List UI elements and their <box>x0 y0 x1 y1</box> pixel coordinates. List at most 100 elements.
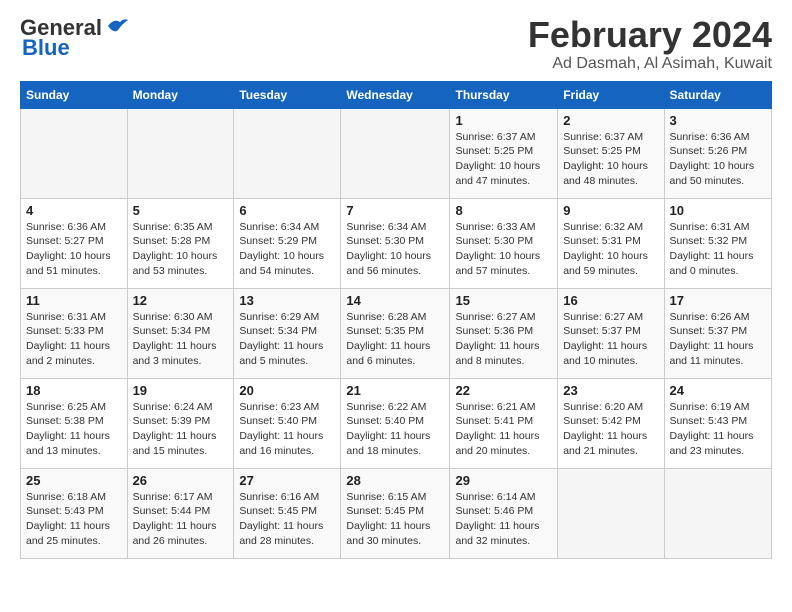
day-number: 13 <box>239 293 335 308</box>
column-header-tuesday: Tuesday <box>234 81 341 108</box>
day-info: Sunrise: 6:20 AM Sunset: 5:42 PM Dayligh… <box>563 400 658 459</box>
calendar-cell <box>558 468 664 558</box>
calendar-cell: 28 Sunrise: 6:15 AM Sunset: 5:45 PM Dayli… <box>341 468 450 558</box>
day-number: 20 <box>239 383 335 398</box>
day-info: Sunrise: 6:18 AM Sunset: 5:43 PM Dayligh… <box>26 490 122 549</box>
calendar-cell: 20 Sunrise: 6:23 AM Sunset: 5:40 PM Dayli… <box>234 378 341 468</box>
day-number: 4 <box>26 203 122 218</box>
calendar-cell: 16 Sunrise: 6:27 AM Sunset: 5:37 PM Dayli… <box>558 288 664 378</box>
calendar-cell <box>341 108 450 198</box>
column-header-sunday: Sunday <box>21 81 128 108</box>
day-number: 6 <box>239 203 335 218</box>
day-number: 3 <box>670 113 767 128</box>
day-info: Sunrise: 6:36 AM Sunset: 5:27 PM Dayligh… <box>26 220 122 279</box>
day-number: 26 <box>133 473 229 488</box>
day-info: Sunrise: 6:19 AM Sunset: 5:43 PM Dayligh… <box>670 400 767 459</box>
logo-bird-icon <box>106 16 128 34</box>
day-info: Sunrise: 6:22 AM Sunset: 5:40 PM Dayligh… <box>346 400 444 459</box>
title-area: February 2024 Ad Dasmah, Al Asimah, Kuwa… <box>528 15 772 73</box>
calendar-cell: 2 Sunrise: 6:37 AM Sunset: 5:25 PM Daylig… <box>558 108 664 198</box>
calendar-cell: 13 Sunrise: 6:29 AM Sunset: 5:34 PM Dayli… <box>234 288 341 378</box>
calendar-cell: 6 Sunrise: 6:34 AM Sunset: 5:29 PM Daylig… <box>234 198 341 288</box>
calendar-cell <box>664 468 772 558</box>
day-info: Sunrise: 6:15 AM Sunset: 5:45 PM Dayligh… <box>346 490 444 549</box>
day-info: Sunrise: 6:26 AM Sunset: 5:37 PM Dayligh… <box>670 310 767 369</box>
column-header-monday: Monday <box>127 81 234 108</box>
calendar-cell: 9Sunrise: 6:32 AM Sunset: 5:31 PM Daylig… <box>558 198 664 288</box>
day-number: 5 <box>133 203 229 218</box>
calendar-cell: 12 Sunrise: 6:30 AM Sunset: 5:34 PM Dayli… <box>127 288 234 378</box>
location-subtitle: Ad Dasmah, Al Asimah, Kuwait <box>528 55 772 73</box>
day-number: 25 <box>26 473 122 488</box>
column-header-saturday: Saturday <box>664 81 772 108</box>
column-header-thursday: Thursday <box>450 81 558 108</box>
day-info: Sunrise: 6:28 AM Sunset: 5:35 PM Dayligh… <box>346 310 444 369</box>
day-info: Sunrise: 6:23 AM Sunset: 5:40 PM Dayligh… <box>239 400 335 459</box>
day-number: 28 <box>346 473 444 488</box>
calendar-week-row: 18Sunrise: 6:25 AM Sunset: 5:38 PM Dayli… <box>21 378 772 468</box>
day-number: 9 <box>563 203 658 218</box>
calendar-cell: 15 Sunrise: 6:27 AM Sunset: 5:36 PM Dayli… <box>450 288 558 378</box>
calendar-cell: 21 Sunrise: 6:22 AM Sunset: 5:40 PM Dayli… <box>341 378 450 468</box>
calendar-cell: 24 Sunrise: 6:19 AM Sunset: 5:43 PM Dayli… <box>664 378 772 468</box>
day-number: 23 <box>563 383 658 398</box>
calendar-cell: 14 Sunrise: 6:28 AM Sunset: 5:35 PM Dayli… <box>341 288 450 378</box>
day-number: 22 <box>455 383 552 398</box>
calendar-cell: 7 Sunrise: 6:34 AM Sunset: 5:30 PM Daylig… <box>341 198 450 288</box>
day-number: 12 <box>133 293 229 308</box>
day-info: Sunrise: 6:27 AM Sunset: 5:36 PM Dayligh… <box>455 310 552 369</box>
day-info: Sunrise: 6:34 AM Sunset: 5:30 PM Dayligh… <box>346 220 444 279</box>
calendar-cell: 11Sunrise: 6:31 AM Sunset: 5:33 PM Dayli… <box>21 288 128 378</box>
day-number: 7 <box>346 203 444 218</box>
calendar-cell: 3 Sunrise: 6:36 AM Sunset: 5:26 PM Daylig… <box>664 108 772 198</box>
day-number: 19 <box>133 383 229 398</box>
day-info: Sunrise: 6:24 AM Sunset: 5:39 PM Dayligh… <box>133 400 229 459</box>
day-info: Sunrise: 6:30 AM Sunset: 5:34 PM Dayligh… <box>133 310 229 369</box>
calendar-cell: 18Sunrise: 6:25 AM Sunset: 5:38 PM Dayli… <box>21 378 128 468</box>
day-number: 21 <box>346 383 444 398</box>
calendar-cell <box>21 108 128 198</box>
column-header-wednesday: Wednesday <box>341 81 450 108</box>
day-info: Sunrise: 6:29 AM Sunset: 5:34 PM Dayligh… <box>239 310 335 369</box>
day-info: Sunrise: 6:35 AM Sunset: 5:28 PM Dayligh… <box>133 220 229 279</box>
day-info: Sunrise: 6:34 AM Sunset: 5:29 PM Dayligh… <box>239 220 335 279</box>
logo: General Blue <box>20 15 128 61</box>
day-number: 18 <box>26 383 122 398</box>
calendar-cell: 1 Sunrise: 6:37 AM Sunset: 5:25 PM Daylig… <box>450 108 558 198</box>
calendar-cell: 5 Sunrise: 6:35 AM Sunset: 5:28 PM Daylig… <box>127 198 234 288</box>
day-info: Sunrise: 6:31 AM Sunset: 5:32 PM Dayligh… <box>670 220 767 279</box>
day-info: Sunrise: 6:27 AM Sunset: 5:37 PM Dayligh… <box>563 310 658 369</box>
day-info: Sunrise: 6:36 AM Sunset: 5:26 PM Dayligh… <box>670 130 767 189</box>
calendar-cell <box>234 108 341 198</box>
calendar-cell: 10 Sunrise: 6:31 AM Sunset: 5:32 PM Dayli… <box>664 198 772 288</box>
calendar-cell: 22 Sunrise: 6:21 AM Sunset: 5:41 PM Dayli… <box>450 378 558 468</box>
day-number: 17 <box>670 293 767 308</box>
day-info: Sunrise: 6:37 AM Sunset: 5:25 PM Dayligh… <box>455 130 552 189</box>
day-number: 27 <box>239 473 335 488</box>
calendar-week-row: 1 Sunrise: 6:37 AM Sunset: 5:25 PM Daylig… <box>21 108 772 198</box>
day-number: 24 <box>670 383 767 398</box>
day-info: Sunrise: 6:37 AM Sunset: 5:25 PM Dayligh… <box>563 130 658 189</box>
column-header-friday: Friday <box>558 81 664 108</box>
header: General Blue February 2024 Ad Dasmah, Al… <box>20 15 772 73</box>
day-info: Sunrise: 6:16 AM Sunset: 5:45 PM Dayligh… <box>239 490 335 549</box>
calendar-cell: 29Sunrise: 6:14 AM Sunset: 5:46 PM Dayli… <box>450 468 558 558</box>
day-info: Sunrise: 6:33 AM Sunset: 5:30 PM Dayligh… <box>455 220 552 279</box>
calendar-cell: 17 Sunrise: 6:26 AM Sunset: 5:37 PM Dayli… <box>664 288 772 378</box>
calendar-week-row: 4 Sunrise: 6:36 AM Sunset: 5:27 PM Daylig… <box>21 198 772 288</box>
day-number: 10 <box>670 203 767 218</box>
calendar-cell <box>127 108 234 198</box>
day-number: 16 <box>563 293 658 308</box>
calendar-header-row: SundayMondayTuesdayWednesdayThursdayFrid… <box>21 81 772 108</box>
calendar-cell: 19 Sunrise: 6:24 AM Sunset: 5:39 PM Dayli… <box>127 378 234 468</box>
day-info: Sunrise: 6:17 AM Sunset: 5:44 PM Dayligh… <box>133 490 229 549</box>
calendar-cell: 26 Sunrise: 6:17 AM Sunset: 5:44 PM Dayli… <box>127 468 234 558</box>
day-number: 14 <box>346 293 444 308</box>
day-number: 1 <box>455 113 552 128</box>
day-number: 2 <box>563 113 658 128</box>
day-info: Sunrise: 6:21 AM Sunset: 5:41 PM Dayligh… <box>455 400 552 459</box>
calendar-cell: 4 Sunrise: 6:36 AM Sunset: 5:27 PM Daylig… <box>21 198 128 288</box>
calendar-cell: 25 Sunrise: 6:18 AM Sunset: 5:43 PM Dayli… <box>21 468 128 558</box>
day-number: 15 <box>455 293 552 308</box>
calendar-week-row: 25 Sunrise: 6:18 AM Sunset: 5:43 PM Dayli… <box>21 468 772 558</box>
